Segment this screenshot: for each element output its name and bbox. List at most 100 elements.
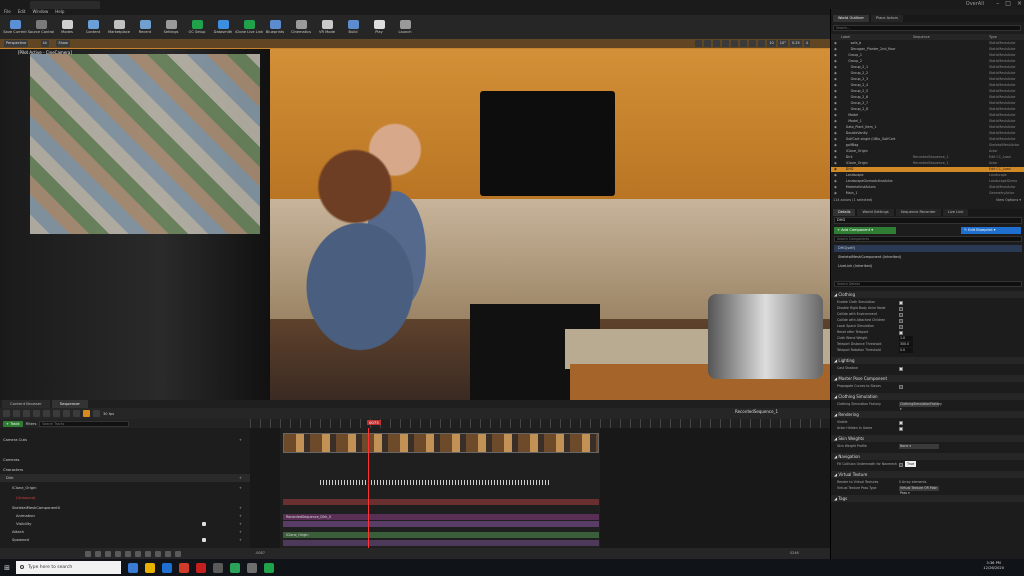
- cinematics-button[interactable]: Cinematics: [288, 15, 314, 39]
- jump-end-icon[interactable]: [165, 550, 171, 557]
- component-row[interactable]: LiveLink (Inherited): [834, 263, 1022, 270]
- level-viewport[interactable]: Perspective Lit Show 10 10° 0.25 4 [Pilot Act…: [0, 39, 830, 400]
- outliner-row[interactable]: ◉ Model StaticMeshActor: [831, 113, 1024, 118]
- visibility-eye-icon[interactable]: ◉: [834, 89, 837, 94]
- checkbox[interactable]: [899, 324, 903, 329]
- snap-icon[interactable]: [63, 410, 70, 417]
- track-row[interactable]: Attach +: [0, 528, 250, 536]
- track-row[interactable]: iClone_Origin +: [0, 484, 250, 492]
- settings-icon[interactable]: [43, 410, 50, 417]
- save-current-button[interactable]: Save Current: [2, 15, 28, 39]
- outliner-search-input[interactable]: Search...: [833, 25, 1021, 31]
- taskbar-app-icon[interactable]: [213, 562, 223, 573]
- settings-button[interactable]: Settings: [158, 15, 184, 39]
- visibility-eye-icon[interactable]: ◉: [834, 83, 837, 88]
- fps-select[interactable]: 30 fps: [103, 412, 114, 416]
- section-bar[interactable]: [283, 521, 599, 527]
- checkbox[interactable]: [899, 366, 903, 371]
- marketplace-button[interactable]: Marketplace: [106, 15, 132, 39]
- outliner-row[interactable]: ◉ DoubleVanity StaticMeshActor: [831, 131, 1024, 136]
- checkbox[interactable]: [899, 420, 903, 425]
- tab-sequence-recorder[interactable]: Sequence Recorder: [895, 209, 941, 216]
- viewport-perspective-button[interactable]: Perspective: [4, 40, 29, 47]
- track-row[interactable]: SkeletalMeshComponent0 +: [0, 504, 250, 512]
- category-clothing-simulation[interactable]: ◢ Clothing Simulation: [831, 393, 1024, 400]
- modes-button[interactable]: Modes: [54, 15, 80, 39]
- viewport-tool-icon[interactable]: [695, 40, 703, 47]
- number-field[interactable]: 300.0: [899, 342, 913, 347]
- add-icon[interactable]: +: [239, 474, 242, 482]
- tab-place-actors[interactable]: Place Actors: [870, 15, 903, 22]
- track-row[interactable]: Visibility +: [0, 520, 250, 528]
- section-bar[interactable]: [283, 540, 599, 546]
- column-type[interactable]: Type: [989, 34, 997, 40]
- iclone-live-link-button[interactable]: iClone Live Link: [235, 15, 263, 39]
- blueprints-button[interactable]: Blueprints: [262, 15, 288, 39]
- outliner-row[interactable]: ◉ iClone_Origin Actor: [831, 149, 1024, 154]
- visibility-eye-icon[interactable]: ◉: [834, 179, 837, 184]
- dropdown[interactable]: Virtual Texture OR Main Pass ▾: [899, 486, 939, 495]
- viewport-tool-icon[interactable]: [749, 40, 757, 47]
- outliner-row[interactable]: ◉ Model_1 StaticMeshActor: [831, 119, 1024, 124]
- track-row[interactable]: Cameras: [0, 456, 250, 464]
- visibility-eye-icon[interactable]: ◉: [834, 95, 837, 100]
- outliner-row[interactable]: ◉ Group_2_3 StaticMeshActor: [831, 77, 1024, 82]
- taskbar-app-icon[interactable]: [230, 562, 240, 573]
- visibility-eye-icon[interactable]: ◉: [834, 167, 837, 172]
- record-icon[interactable]: [125, 550, 131, 557]
- category-navigation[interactable]: ◢ Navigation: [831, 453, 1024, 460]
- minimize-icon[interactable]: –: [996, 0, 999, 7]
- outliner-row[interactable]: ◉ GolfCart single (UBio_GolfCart StaticMes…: [831, 137, 1024, 142]
- edit-blueprint-button[interactable]: ✎ Edit Blueprint ▾: [961, 227, 1021, 234]
- section-bar[interactable]: iClone_Origin: [283, 532, 599, 538]
- viewport-value[interactable]: 10: [767, 40, 776, 47]
- outliner-row[interactable]: ◉ Gato_Plant_Item_1 StaticMeshActor: [831, 125, 1024, 130]
- oc-setup-button[interactable]: OC Setup: [184, 15, 210, 39]
- visibility-eye-icon[interactable]: ◉: [834, 71, 837, 76]
- category-virtual-texture[interactable]: ◢ Virtual Texture: [831, 471, 1024, 478]
- character-dhg[interactable]: [230, 149, 490, 399]
- track-row[interactable]: Dirk +: [0, 474, 250, 482]
- taskbar-app-icon[interactable]: [196, 562, 206, 573]
- checkbox[interactable]: [899, 312, 903, 317]
- close-icon[interactable]: ×: [1017, 0, 1022, 7]
- component-search-input[interactable]: Search Components: [834, 236, 1022, 242]
- add-icon[interactable]: +: [239, 528, 242, 536]
- key-icon[interactable]: [53, 410, 60, 417]
- add-icon[interactable]: +: [239, 512, 242, 520]
- play-reverse-icon[interactable]: [115, 550, 121, 557]
- time-ruler[interactable]: [250, 419, 830, 428]
- step-back-icon[interactable]: [105, 550, 111, 557]
- taskbar-app-icon[interactable]: [264, 562, 274, 573]
- outliner-row[interactable]: ◉ Group_2_1 StaticMeshActor: [831, 65, 1024, 70]
- category-skin-weights[interactable]: ◢ Skin Weights: [831, 435, 1024, 442]
- visibility-eye-icon[interactable]: ◉: [834, 137, 837, 142]
- step-forward-icon[interactable]: [145, 550, 151, 557]
- camera-cut-thumbnails[interactable]: [283, 433, 599, 453]
- viewport-show-button[interactable]: Show: [56, 40, 70, 47]
- add-icon[interactable]: +: [239, 484, 242, 492]
- visibility-eye-icon[interactable]: ◉: [834, 149, 837, 154]
- visibility-eye-icon[interactable]: ◉: [834, 119, 837, 124]
- column-label[interactable]: Label: [841, 34, 850, 40]
- outliner-row[interactable]: ◉ Decogan_Planter_2nd_floor StaticMeshActo…: [831, 47, 1024, 52]
- visibility-eye-icon[interactable]: ◉: [834, 53, 837, 58]
- visibility-eye-icon[interactable]: ◉: [834, 173, 837, 178]
- visibility-eye-icon[interactable]: ◉: [834, 143, 837, 148]
- checkbox[interactable]: [899, 300, 903, 305]
- checkbox[interactable]: [202, 538, 206, 542]
- viewport-tool-icon[interactable]: [758, 40, 766, 47]
- visibility-eye-icon[interactable]: ◉: [834, 131, 837, 136]
- filters-button[interactable]: Filters: [26, 422, 37, 426]
- outliner-row[interactable]: ◉ Group_2_6 StaticMeshActor: [831, 95, 1024, 100]
- visibility-eye-icon[interactable]: ◉: [834, 191, 837, 196]
- timeline[interactable]: RecordedSequence_Dirk_0 iClone_Origin 007…: [250, 419, 830, 548]
- component-row[interactable]: DHG(self): [834, 245, 1022, 252]
- prev-key-icon[interactable]: [95, 550, 101, 557]
- visibility-eye-icon[interactable]: ◉: [834, 185, 837, 190]
- section-bar[interactable]: RecordedSequence_Dirk_0: [283, 514, 599, 520]
- viewport-tool-icon[interactable]: [740, 40, 748, 47]
- details-search-input[interactable]: Search Details: [834, 281, 1022, 287]
- tab-content-browser[interactable]: Content Browser: [2, 400, 50, 408]
- category-clothing[interactable]: ◢ Clothing: [831, 291, 1024, 298]
